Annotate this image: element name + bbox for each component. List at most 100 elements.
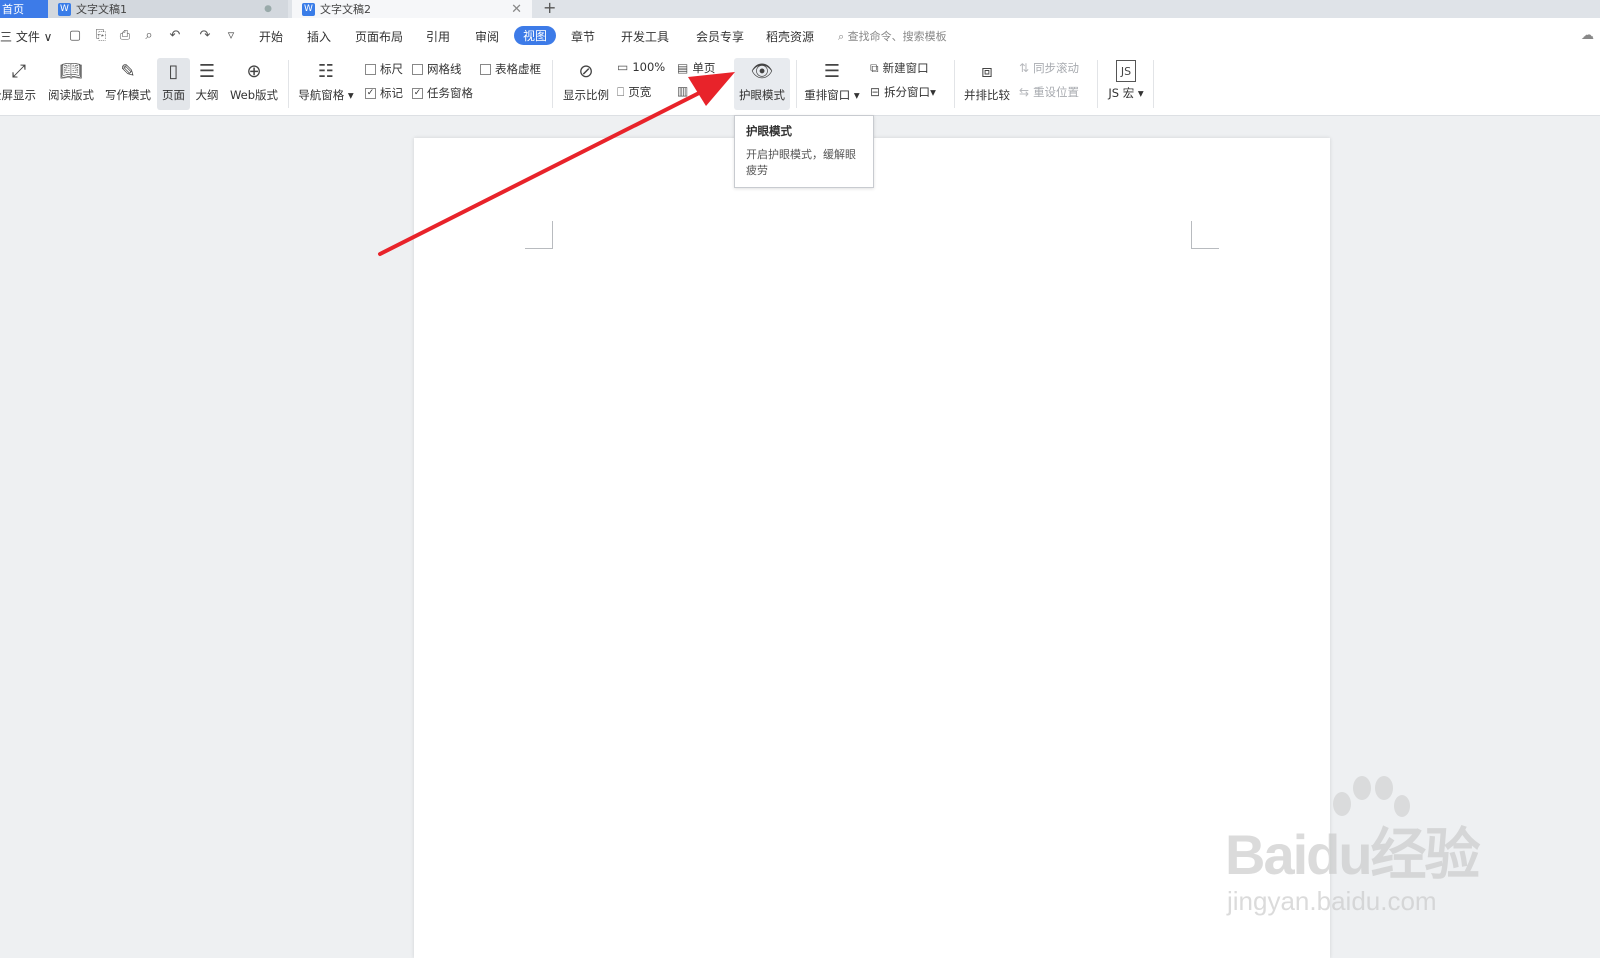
- outline-label: 大纲: [195, 88, 219, 102]
- tab-review[interactable]: 审阅: [475, 28, 499, 45]
- marks-checkbox[interactable]: ✓ 标记: [365, 85, 403, 101]
- divider: [1153, 60, 1154, 108]
- customize-toolbar-icon[interactable]: ▿: [222, 27, 240, 45]
- writer-doc-icon: W: [58, 2, 71, 16]
- chevron-down-icon: ▾: [930, 85, 936, 99]
- baidu-watermark: Baidu经验 jingyan.baidu.com: [1225, 776, 1525, 932]
- page-view-button[interactable]: ▯ 页面: [157, 58, 190, 110]
- fullscreen-icon: ⤢: [11, 60, 27, 82]
- tab-view[interactable]: 视图: [514, 26, 557, 45]
- print-preview-icon[interactable]: ⌕: [140, 27, 158, 45]
- ruler-label: 标尺: [380, 62, 403, 76]
- tab-bar: 首页 W 文字文稿1 ● W 文字文稿2 ✕ +: [0, 0, 1600, 18]
- one-to-one-icon: ▭: [617, 60, 629, 74]
- view-ribbon: ⤢ 全屏显示 📖︎ 阅读版式 ✎ 写作模式 ▯ 页面 ☰ 大纲 ⊕ Web版式 …: [0, 54, 1600, 116]
- command-search[interactable]: ⌕ 查找命令、搜索模板: [838, 28, 947, 44]
- reset-position-label: 重设位置: [1033, 85, 1080, 99]
- tab-member[interactable]: 会员专享: [696, 28, 744, 45]
- tab-references[interactable]: 引用: [426, 28, 450, 45]
- writing-mode-button[interactable]: ✎ 写作模式: [103, 58, 153, 110]
- page-width-icon: ⎕: [617, 84, 625, 99]
- arrange-windows-button[interactable]: ☰ 重排窗口 ▾: [803, 58, 861, 110]
- table-gridlines-label: 表格虚框: [495, 62, 541, 76]
- marks-label: 标记: [380, 86, 403, 100]
- eye-protection-tooltip: 护眼模式 开启护眼模式，缓解眼疲劳: [734, 115, 874, 188]
- tab-document-1-label: 文字文稿1: [76, 3, 127, 16]
- marks-check-box: ✓: [365, 87, 376, 99]
- navigation-pane-button[interactable]: ☷ 导航窗格 ▾: [296, 58, 356, 110]
- sync-scroll-icon: ⇅: [1019, 61, 1030, 75]
- pen-icon: ✎: [120, 60, 136, 82]
- document-page[interactable]: [414, 138, 1330, 958]
- save-icon[interactable]: ▢: [66, 27, 84, 45]
- tooltip-title: 护眼模式: [746, 124, 792, 138]
- close-tab-icon[interactable]: ✕: [511, 2, 522, 17]
- undo-icon[interactable]: ↶: [166, 27, 184, 45]
- web-layout-button[interactable]: ⊕ Web版式: [227, 58, 281, 110]
- table-gridlines-checkbox[interactable]: 表格虚框: [480, 61, 541, 77]
- new-window-button[interactable]: ⧉ 新建窗口: [870, 60, 929, 76]
- writer-doc-icon: W: [302, 2, 315, 16]
- single-page-label: 单页: [692, 61, 716, 75]
- navigation-pane-label: 导航窗格 ▾: [298, 88, 354, 102]
- js-macro-button[interactable]: JS JS 宏 ▾: [1104, 58, 1148, 110]
- page-icon: ▯: [168, 60, 179, 82]
- tab-chapter[interactable]: 章节: [571, 28, 595, 45]
- sync-scroll-label: 同步滚动: [1033, 61, 1080, 75]
- split-window-icon: ⊟: [870, 85, 881, 99]
- reading-mode-label: 阅读版式: [48, 88, 94, 102]
- new-window-label: 新建窗口: [882, 61, 929, 75]
- js-macro-icon: JS: [1116, 60, 1136, 82]
- tab-docer-resources[interactable]: 稻壳资源: [766, 28, 814, 45]
- zoom-label: 显示比例: [563, 88, 609, 102]
- tab-document-2[interactable]: W 文字文稿2 ✕: [292, 0, 532, 18]
- web-layout-label: Web版式: [229, 88, 279, 102]
- tab-home-label: 首页: [2, 3, 24, 16]
- tab-home[interactable]: 首页: [0, 0, 48, 18]
- reset-position-button[interactable]: ⇆ 重设位置: [1019, 84, 1079, 100]
- multi-page-icon: ▥: [677, 84, 689, 98]
- gridlines-checkbox[interactable]: 网格线: [412, 61, 462, 77]
- task-pane-label: 任务窗格: [427, 86, 473, 100]
- tab-document-1[interactable]: W 文字文稿1 ●: [48, 0, 288, 18]
- side-by-side-label: 并排比较: [964, 88, 1010, 102]
- fullscreen-label: 全屏显示: [0, 88, 36, 102]
- sync-scroll-button[interactable]: ⇅ 同步滚动: [1019, 60, 1079, 76]
- divider: [954, 60, 955, 108]
- tab-home-menu[interactable]: 开始: [259, 28, 283, 45]
- split-window-button[interactable]: ⊟ 拆分窗口 ▾: [870, 84, 936, 100]
- reading-mode-button[interactable]: 📖︎ 阅读版式: [46, 58, 96, 110]
- export-icon[interactable]: ⎘: [92, 27, 110, 45]
- page-width-label: 页宽: [628, 85, 652, 99]
- writing-mode-label: 写作模式: [105, 88, 151, 102]
- redo-icon[interactable]: ↷: [196, 27, 214, 45]
- cloud-icon[interactable]: ☁: [1581, 28, 1594, 43]
- single-page-button[interactable]: ▤ 单页: [677, 60, 715, 76]
- print-icon[interactable]: ⎙: [116, 27, 134, 45]
- single-page-icon: ▤: [677, 61, 689, 75]
- fullscreen-button[interactable]: ⤢ 全屏显示: [0, 58, 38, 110]
- search-icon: ⌕: [838, 30, 848, 43]
- zoom-button[interactable]: ⊘ 显示比例: [561, 58, 611, 110]
- task-pane-checkbox[interactable]: ✓ 任务窗格: [412, 85, 473, 101]
- side-by-side-button[interactable]: ⧈ 并排比较: [962, 58, 1012, 110]
- command-search-placeholder: 查找命令、搜索模板: [847, 30, 947, 43]
- tab-insert[interactable]: 插入: [307, 28, 331, 45]
- multi-page-button[interactable]: ▥: [677, 84, 692, 98]
- eye-protection-button[interactable]: 👁︎ 护眼模式: [734, 58, 790, 110]
- divider: [1097, 60, 1098, 108]
- margin-corner-top-left: [525, 221, 553, 249]
- tab-page-layout[interactable]: 页面布局: [355, 28, 403, 45]
- table-gridlines-check-box: [480, 63, 491, 75]
- page-width-button[interactable]: ⎕ 页宽: [617, 84, 651, 100]
- file-menu[interactable]: 三 文件 ∨: [0, 28, 52, 45]
- divider: [288, 60, 289, 108]
- zoom-icon: ⊘: [578, 60, 594, 82]
- ruler-checkbox[interactable]: 标尺: [365, 61, 403, 77]
- divider: [552, 60, 553, 108]
- new-tab-button[interactable]: +: [543, 0, 556, 17]
- tab-developer-tools[interactable]: 开发工具: [621, 28, 669, 45]
- outline-button[interactable]: ☰ 大纲: [193, 58, 221, 110]
- web-layout-icon: ⊕: [246, 60, 262, 82]
- zoom-100-button[interactable]: ▭ 100%: [617, 60, 665, 74]
